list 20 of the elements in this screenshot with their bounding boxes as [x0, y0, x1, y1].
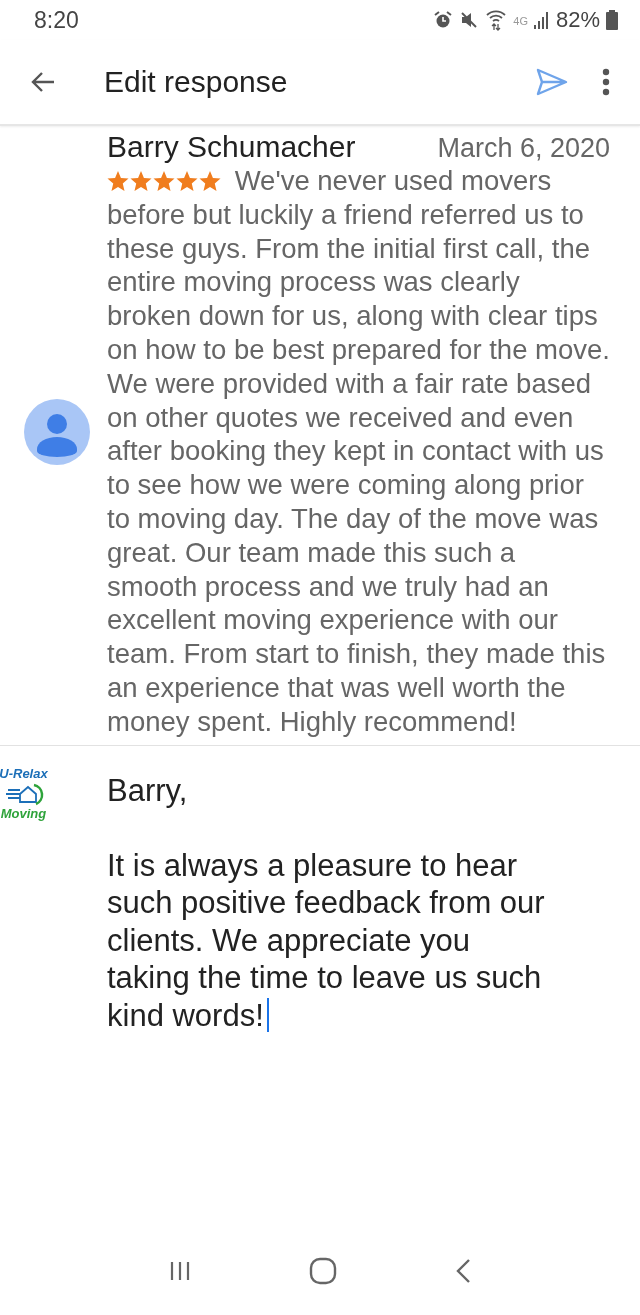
alarm-icon — [433, 10, 454, 30]
reviewer-name: Barry Schumacher — [107, 130, 356, 164]
more-options-icon — [602, 68, 610, 96]
status-time: 8:20 — [34, 6, 79, 34]
avatar-icon — [24, 399, 90, 466]
battery-icon — [606, 10, 618, 30]
back-arrow-icon — [30, 71, 56, 93]
recent-apps-icon[interactable] — [169, 1261, 191, 1281]
review-date: March 6, 2020 — [437, 133, 610, 164]
send-icon — [536, 68, 568, 96]
company-logo: U-Relax Moving — [0, 765, 49, 822]
screen-title: Edit response — [104, 65, 289, 99]
home-icon[interactable] — [309, 1257, 337, 1285]
back-nav-icon[interactable] — [455, 1258, 471, 1284]
wifi-icon — [485, 9, 508, 31]
battery-percent: 82% — [555, 7, 600, 33]
review-text: We've never used movers before but luckily a friend referred us to these guys. From the initial first call, the entire moving process was clearly broken down for us, along with clear tips on how to be best prepared for the move. We were provided with a fair rate based on other quotes we received and even after booking they kept in contact with us to see how we were coming along prior to moving day. The day of the move was great. Our team made this such a smooth process and we truly had an excellent moving experience with our team. From start to finish, they made this an experience that was well worth the money spent. Highly recommend! — [107, 165, 610, 737]
signal-icon — [533, 11, 550, 29]
network-type: 4G — [513, 15, 528, 27]
response-field[interactable]: Barry, It is always a pleasure to hear such positive feedback from our clients. We appreciate you taking the time to leave us such kind words! — [107, 771, 640, 1035]
